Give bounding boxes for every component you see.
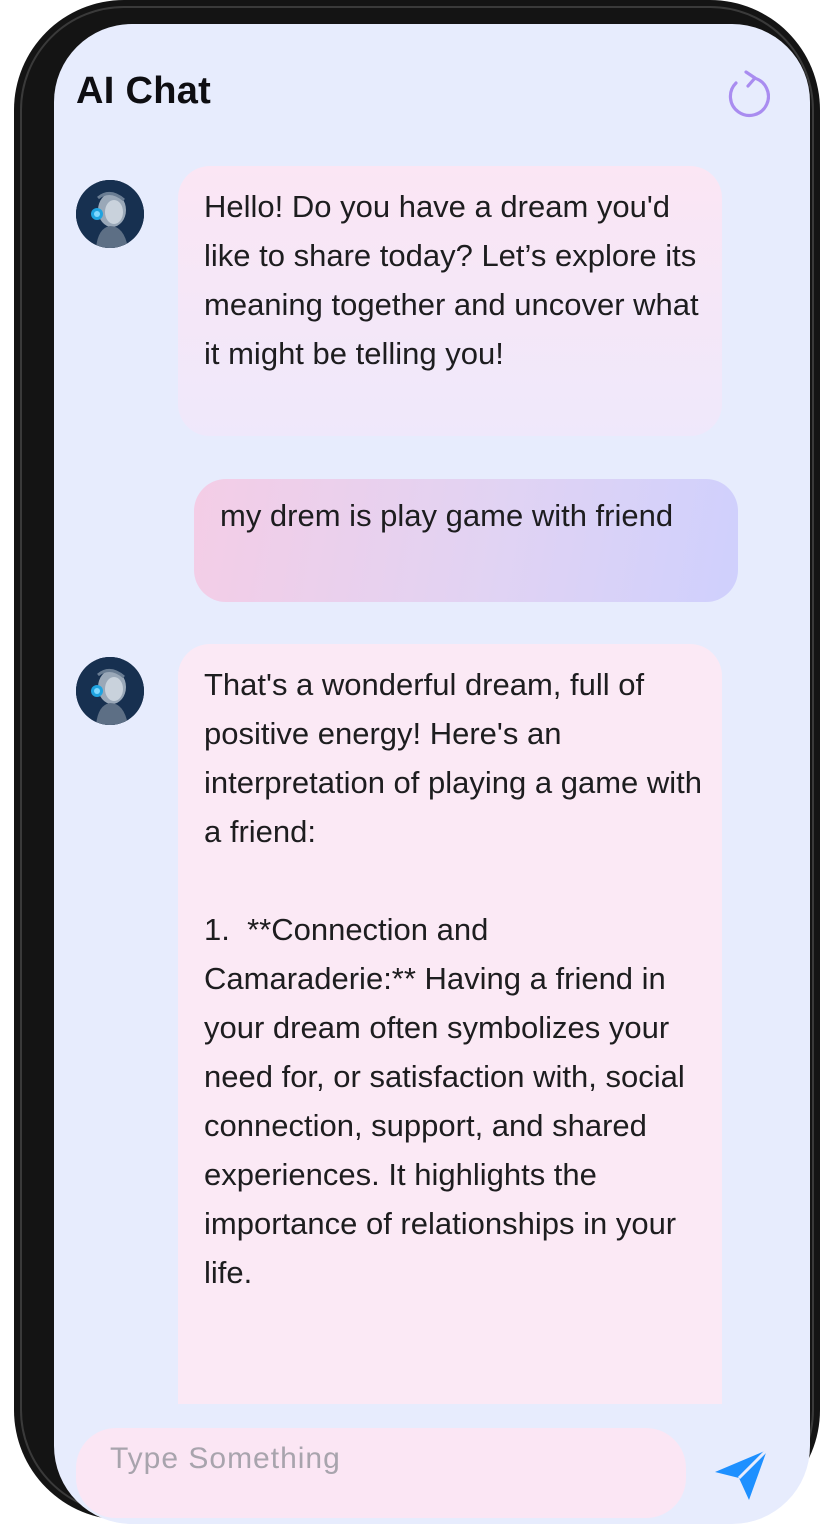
phone-frame: AI Chat Hello! Do you have a dream you'd…	[14, 0, 820, 1524]
user-message: my drem is play game with friend	[194, 479, 738, 602]
send-icon[interactable]	[709, 1442, 773, 1506]
chat-screen: AI Chat Hello! Do you have a dream you'd…	[54, 24, 810, 1524]
page-title: AI Chat	[76, 70, 212, 112]
ai-avatar	[76, 657, 144, 725]
message-input[interactable]	[110, 1414, 652, 1504]
message-input-container	[76, 1414, 686, 1518]
bot-message: Hello! Do you have a dream you'd like to…	[178, 166, 722, 436]
refresh-icon[interactable]	[724, 70, 771, 120]
ai-avatar	[76, 180, 144, 248]
bot-message: That's a wonderful dream, full of positi…	[178, 644, 722, 1404]
